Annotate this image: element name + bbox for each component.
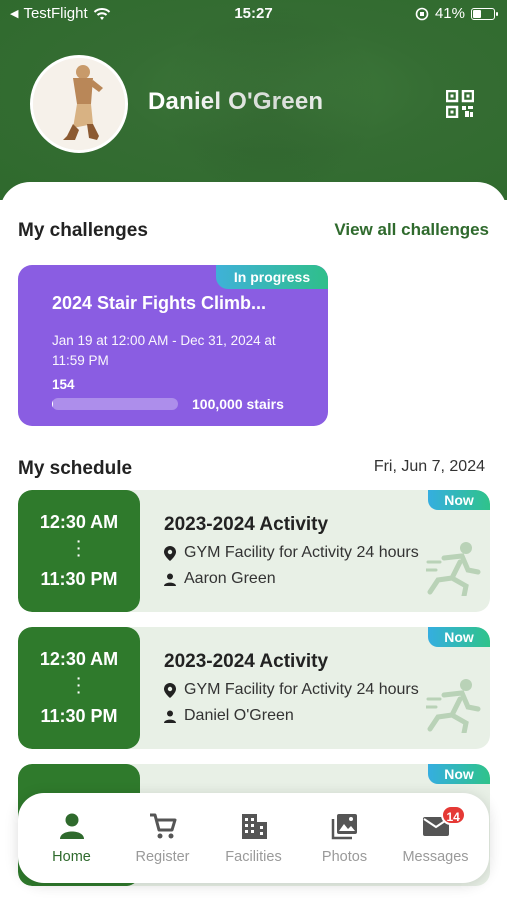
challenge-title: 2024 Stair Fights Climb... (52, 293, 267, 313)
battery-icon (471, 7, 498, 20)
location-text: GYM Facility for Activity 24 hours (184, 544, 419, 561)
avatar-image (33, 58, 125, 150)
nav-facilities[interactable]: Facilities (212, 811, 296, 865)
time-separator: · · · (76, 533, 82, 563)
end-time: 11:30 PM (40, 569, 118, 589)
person-text: Aaron Green (184, 570, 276, 587)
person-icon (164, 710, 176, 723)
battery-percent: 41% (434, 5, 465, 22)
start-time: 12:30 AM (39, 512, 119, 532)
person-icon (59, 813, 84, 839)
activity-location: GYM Facility for Activity 24 hours (164, 681, 419, 699)
challenge-count: 154 (52, 377, 75, 392)
nav-label: Facilities (225, 849, 282, 865)
challenge-dates: Jan 19 at 12:00 AM - Dec 31, 2024 at 11:… (52, 333, 276, 368)
challenge-goal: 100,000 stairs (192, 396, 284, 412)
now-badge: Now (428, 764, 490, 784)
person-icon (164, 573, 176, 586)
nav-messages[interactable]: Messages 14 (394, 805, 478, 865)
end-time: 11:30 PM (40, 706, 118, 726)
status-badge: In progress (216, 265, 328, 289)
nav-home[interactable]: Home (30, 811, 114, 865)
challenges-heading: My challenges (18, 220, 148, 241)
schedule-date[interactable]: Fri, Jun 7, 2024 (374, 458, 485, 476)
qr-code-icon[interactable] (446, 90, 474, 118)
avatar[interactable] (30, 55, 128, 153)
location-pin-icon (164, 682, 176, 698)
unread-count-badge: 14 (440, 805, 466, 825)
bottom-nav: Home Register Facilities Photos Messages… (18, 793, 489, 883)
now-badge: Now (428, 627, 490, 647)
activity-person: Aaron Green (164, 570, 276, 588)
nav-label: Home (52, 849, 91, 865)
nav-register[interactable]: Register (121, 811, 205, 865)
nav-photos[interactable]: Photos (303, 811, 387, 865)
time-separator: · · · (76, 670, 82, 700)
orientation-lock-icon (415, 7, 429, 20)
schedule-heading: My schedule (18, 458, 133, 479)
status-bar: ◀ TestFlight 15:27 41% (0, 0, 507, 28)
activity-title: 2023-2024 Activity (164, 514, 329, 535)
activity-title: 2023-2024 Activity (164, 651, 329, 672)
profile-header: ◀ TestFlight 15:27 41% Daniel O'Green (0, 0, 507, 200)
runner-icon (426, 679, 481, 733)
person-text: Daniel O'Green (184, 707, 294, 724)
nav-label: Photos (321, 849, 368, 865)
location-text: GYM Facility for Activity 24 hours (184, 681, 419, 698)
status-right: 41% (415, 5, 498, 22)
building-icon (241, 814, 267, 839)
schedule-card[interactable]: 12:30 AM · · · 11:30 PM Now 2023-2024 Acti… (18, 627, 490, 749)
activity-person: Daniel O'Green (164, 707, 294, 725)
time-block: 12:30 AM · · · 11:30 PM (18, 490, 140, 612)
location-pin-icon (164, 545, 176, 561)
challenge-progress-bar (52, 398, 178, 410)
nav-label: Messages (402, 849, 469, 865)
challenge-card[interactable]: In progress 2024 Stair Fights Climb... J… (18, 265, 328, 426)
photos-icon (331, 814, 357, 840)
nav-label: Register (135, 849, 190, 865)
activity-location: GYM Facility for Activity 24 hours (164, 544, 419, 562)
time-block: 12:30 AM · · · 11:30 PM (18, 627, 140, 749)
start-time: 12:30 AM (39, 649, 119, 669)
now-badge: Now (428, 490, 490, 510)
view-all-challenges-link[interactable]: View all challenges (334, 220, 489, 240)
schedule-card[interactable]: 12:30 AM · · · 11:30 PM Now 2023-2024 Acti… (18, 490, 490, 612)
profile-name: Daniel O'Green (148, 88, 324, 115)
runner-icon (426, 542, 481, 596)
cart-icon (149, 813, 176, 839)
